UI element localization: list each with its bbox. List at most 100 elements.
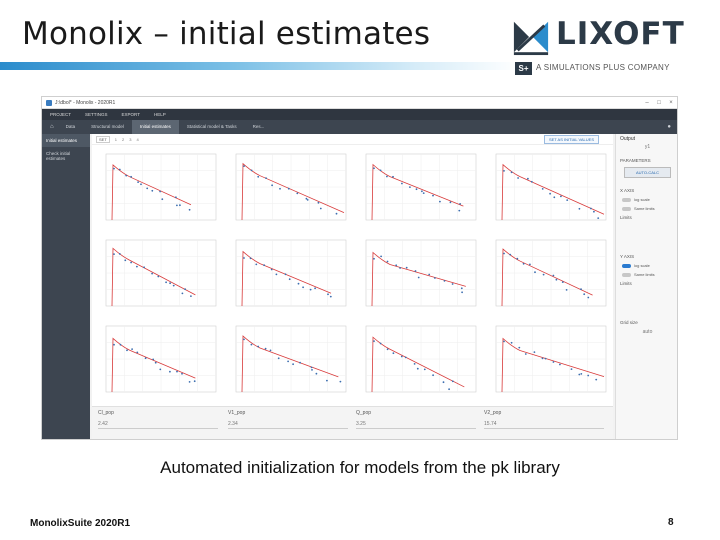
toggle-switch[interactable] (622, 272, 631, 277)
observation-point (541, 188, 544, 190)
observation-point (190, 295, 192, 297)
x-log-scale-toggle[interactable]: log scale (616, 195, 677, 204)
observation-point (552, 274, 555, 277)
observation-point (179, 204, 181, 207)
minimize-icon[interactable]: – (641, 100, 653, 106)
toggle-switch[interactable] (622, 263, 631, 268)
observation-point (459, 203, 461, 205)
observation-point (422, 192, 425, 194)
tab-data[interactable]: Data (58, 120, 84, 134)
y-log-scale-toggle[interactable]: log scale (616, 261, 677, 270)
grid-size-select[interactable]: auto (620, 327, 675, 337)
observation-point (583, 293, 586, 296)
observation-point (154, 361, 157, 364)
observation-point (188, 208, 191, 211)
param-value[interactable]: 3.25 (356, 421, 476, 429)
output-select[interactable]: y1 (620, 142, 675, 152)
sidebar-item-check-initial-estimates[interactable]: Check initial estimates (42, 147, 90, 165)
set-initial-values-button[interactable]: SET AS INITIAL VALUES (543, 134, 599, 144)
sidebar-item-initial-estimates[interactable]: Initial estimates (42, 134, 90, 147)
simulations-plus-badge: S+ (515, 62, 532, 75)
main-panel: SET 1 2 3 4 SET AS INITIAL VALUES Cl_pop… (92, 134, 613, 439)
tab-structural-model[interactable]: Structural model (83, 120, 132, 134)
observation-point (392, 175, 394, 178)
footer-product: MonolixSuite 2020R1 (30, 518, 131, 529)
page-2[interactable]: 2 (122, 137, 124, 142)
observation-point (243, 257, 245, 259)
observation-point (124, 259, 127, 262)
auto-calc-button[interactable]: AUTO-CALC (624, 167, 671, 178)
observation-point (593, 210, 595, 213)
param-cl[interactable]: Cl_pop 2.42 (98, 410, 218, 429)
observation-point (443, 280, 446, 282)
observation-point (327, 293, 329, 296)
x-same-limits-toggle[interactable]: Same limits (616, 204, 677, 213)
menu-help[interactable]: HELP (154, 112, 166, 117)
observation-point (379, 342, 382, 345)
param-value[interactable]: 2.34 (228, 421, 348, 429)
observation-point (405, 266, 408, 269)
observation-point (580, 288, 582, 291)
observation-point (140, 183, 142, 186)
tab-statistical-model[interactable]: Statistical model & Tasks (179, 120, 245, 134)
y-same-limits-toggle[interactable]: Same limits (616, 270, 677, 279)
home-icon[interactable]: ⌂ (46, 124, 58, 130)
observation-point (130, 261, 132, 264)
observation-point (565, 289, 568, 291)
observation-point (544, 357, 547, 360)
observation-point (309, 288, 312, 291)
page-4[interactable]: 4 (136, 137, 138, 142)
observation-point (169, 370, 171, 373)
observation-point (414, 270, 417, 272)
param-v1[interactable]: V1_pop 2.34 (228, 410, 348, 429)
maximize-icon[interactable]: □ (653, 100, 665, 106)
param-name: Q_pop (356, 410, 372, 416)
observation-point (439, 200, 441, 203)
observation-point (137, 181, 139, 183)
observation-point (184, 288, 186, 291)
page-1[interactable]: 1 (115, 137, 117, 142)
observation-point (529, 263, 531, 266)
info-icon[interactable]: ● (667, 124, 671, 130)
close-icon[interactable]: × (665, 100, 677, 106)
toggle-label: Same limits (634, 272, 655, 277)
y-axis-label: Y AXIS (620, 254, 635, 259)
observation-point (503, 252, 505, 255)
menu-project[interactable]: PROJECT (50, 112, 71, 117)
grid-size-label: Grid size (620, 320, 638, 325)
observation-point (534, 271, 536, 274)
param-value[interactable]: 2.42 (98, 421, 218, 429)
observation-point (451, 380, 454, 383)
param-q[interactable]: Q_pop 3.25 (356, 410, 476, 429)
observation-point (126, 349, 128, 352)
x-limits-label: Limits (620, 215, 632, 220)
brand-logo: LIXOFT S+ A SIMULATIONS PLUS COMPANY (512, 16, 702, 78)
observation-point (169, 282, 171, 285)
toggle-label: log scale (634, 263, 650, 268)
observation-point (386, 348, 389, 351)
tab-initial-estimates[interactable]: Initial estimates (131, 120, 179, 134)
param-value[interactable]: 15.74 (484, 421, 604, 429)
observation-point (580, 373, 583, 375)
settings-panel: Output y1 PARAMETERS AUTO-CALC X AXIS lo… (615, 134, 677, 439)
observation-point (399, 267, 401, 269)
menu-export[interactable]: EXPORT (122, 112, 140, 117)
observation-point (257, 345, 260, 348)
observation-point (176, 370, 178, 373)
parameters-label: PARAMETERS (620, 158, 651, 163)
observation-point (530, 180, 533, 183)
observation-point (379, 169, 382, 172)
menu-settings[interactable]: SETTINGS (85, 112, 108, 117)
observation-point (181, 292, 184, 295)
param-v2[interactable]: V2_pop 15.74 (484, 410, 604, 429)
toggle-switch[interactable] (622, 206, 631, 211)
toggle-switch[interactable] (622, 197, 631, 202)
task-tabs: ⌂ Data Structural model Initial estimate… (42, 120, 677, 134)
tab-results[interactable]: Res... (245, 120, 273, 134)
y-limits-label: Limits (620, 281, 632, 286)
set-button[interactable]: SET (96, 135, 110, 143)
observation-point (460, 287, 463, 290)
observation-point (404, 356, 407, 359)
slide-caption: Automated initialization for models from… (160, 458, 560, 477)
page-3[interactable]: 3 (129, 137, 131, 142)
